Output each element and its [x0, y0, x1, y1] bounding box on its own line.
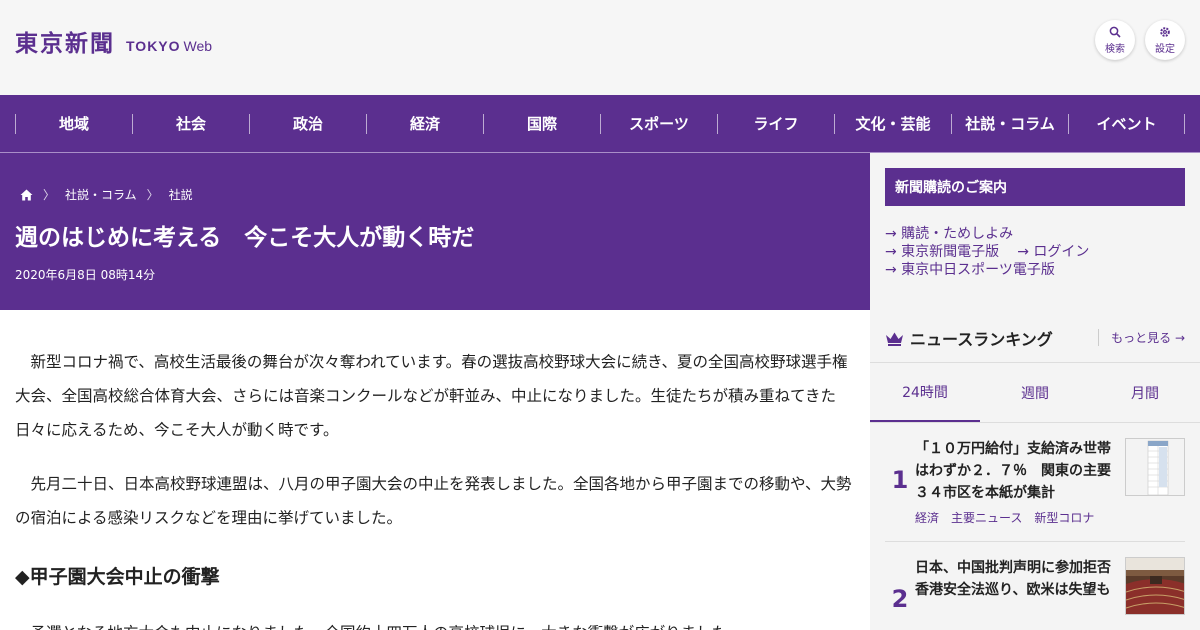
nav-item-life[interactable]: ライフ [717, 113, 834, 134]
site-header: 東京新聞 TOKYO Web 検索 設定 [0, 0, 1200, 95]
ranking-header: ニュースランキング もっと見る → [885, 327, 1185, 349]
nav-item-region[interactable]: 地域 [15, 113, 132, 134]
gear-icon [1160, 26, 1170, 37]
news-ranking: ニュースランキング もっと見る → 24時間 週間 月間 1 「１０万円給付」支… [870, 310, 1200, 630]
breadcrumb: 〉 社説・コラム 〉 社説 [20, 186, 193, 203]
ranking-number: 2 [891, 585, 909, 613]
nav-item-politics[interactable]: 政治 [249, 113, 366, 134]
breadcrumb-editorial[interactable]: 社説 [169, 186, 193, 203]
ranking-title: ニュースランキング [910, 330, 1053, 349]
article-paragraph: 予選となる地方大会も中止になりました。全国約十四万人の高校球児に、大きな衝撃が広… [15, 616, 855, 630]
ranking-separator [885, 541, 1185, 542]
nav-item-sports[interactable]: スポーツ [600, 113, 717, 134]
assembly-photo-icon [1126, 558, 1184, 614]
logo-web: Web [183, 38, 213, 54]
subscription-links: → 購読・ためしよみ → 東京新聞電子版 → ログイン → 東京中日スポーツ電子… [885, 225, 1107, 279]
table-image-icon [1126, 439, 1184, 495]
crown-icon [886, 332, 903, 346]
tab-weekly[interactable]: 週間 [980, 363, 1090, 422]
article-title: 週のはじめに考える 今こそ大人が動く時だ [15, 225, 475, 251]
tab-monthly[interactable]: 月間 [1090, 363, 1200, 422]
breadcrumb-separator: 〉 [146, 188, 159, 202]
nav-item-society[interactable]: 社会 [132, 113, 249, 134]
search-icon [1109, 26, 1121, 38]
ranking-tabs: 24時間 週間 月間 [870, 363, 1200, 422]
tag-economy[interactable]: 経済 [915, 509, 939, 526]
nav-item-culture[interactable]: 文化・芸能 [834, 113, 951, 134]
ranking-item-title[interactable]: 「１０万円給付」支給済み世帯はわずか２．７％ 関東の主要３４市区を本紙が集計 [915, 438, 1115, 504]
logo-kanji: 東京新聞 [15, 30, 115, 57]
search-label: 検索 [1105, 43, 1125, 55]
tag-main-news[interactable]: 主要ニュース [951, 509, 1022, 526]
nav-item-editorial[interactable]: 社説・コラム [951, 113, 1068, 134]
article-paragraph: 新型コロナ禍で、高校生活最後の舞台が次々奪われています。春の選抜高校野球大会に続… [15, 353, 848, 439]
nav-item-events[interactable]: イベント [1068, 113, 1185, 134]
subscription-panel: 新聞購読のご案内 → 購読・ためしよみ → 東京新聞電子版 → ログイン → 東… [870, 153, 1200, 310]
breadcrumb-editorial-column[interactable]: 社説・コラム [65, 186, 137, 203]
settings-label: 設定 [1155, 43, 1175, 55]
home-icon[interactable] [20, 189, 33, 201]
main-nav: 地域 社会 政治 経済 国際 スポーツ ライフ 文化・芸能 社説・コラム イベン… [0, 95, 1200, 152]
ranking-thumbnail-table[interactable] [1125, 438, 1185, 496]
tab-24h[interactable]: 24時間 [870, 363, 980, 422]
search-button[interactable]: 検索 [1095, 20, 1135, 60]
subscribe-trial-link[interactable]: → 購読・ためしよみ [885, 225, 1013, 243]
article-header: 〉 社説・コラム 〉 社説 週のはじめに考える 今こそ大人が動く時だ 2020年… [0, 153, 870, 310]
ranking-thumbnail-photo[interactable] [1125, 557, 1185, 615]
subscription-title: 新聞購読のご案内 [885, 168, 1185, 206]
breadcrumb-separator: 〉 [43, 188, 56, 202]
ranking-number: 1 [891, 466, 909, 494]
site-logo[interactable]: 東京新聞 TOKYO Web [15, 24, 212, 58]
article-date: 2020年6月8日 08時14分 [15, 268, 156, 282]
article-subhead: ◆甲子園大会中止の衝撃 [15, 566, 220, 588]
login-link[interactable]: → ログイン [1017, 243, 1089, 261]
digital-edition-link[interactable]: → 東京新聞電子版 [885, 243, 999, 261]
nav-item-international[interactable]: 国際 [483, 113, 600, 134]
ranking-more-link[interactable]: もっと見る → [1098, 329, 1185, 346]
chunichi-sports-link[interactable]: → 東京中日スポーツ電子版 [885, 261, 1055, 279]
article-body: 新型コロナ禍で、高校生活最後の舞台が次々奪われています。春の選抜高校野球大会に続… [0, 310, 870, 630]
ranking-tags: 経済 主要ニュース 新型コロナ [915, 509, 1106, 526]
tag-covid[interactable]: 新型コロナ [1034, 509, 1094, 526]
nav-item-economy[interactable]: 経済 [366, 113, 483, 134]
logo-tokyo: TOKYO [126, 38, 181, 54]
ranking-item-title[interactable]: 日本、中国批判声明に参加拒否 香港安全法巡り、欧米は失望も [915, 557, 1125, 601]
tabs-divider [870, 422, 1200, 423]
settings-button[interactable]: 設定 [1145, 20, 1185, 60]
article-paragraph: 先月二十日、日本高校野球連盟は、八月の甲子園大会の中止を発表しました。全国各地か… [15, 475, 852, 527]
